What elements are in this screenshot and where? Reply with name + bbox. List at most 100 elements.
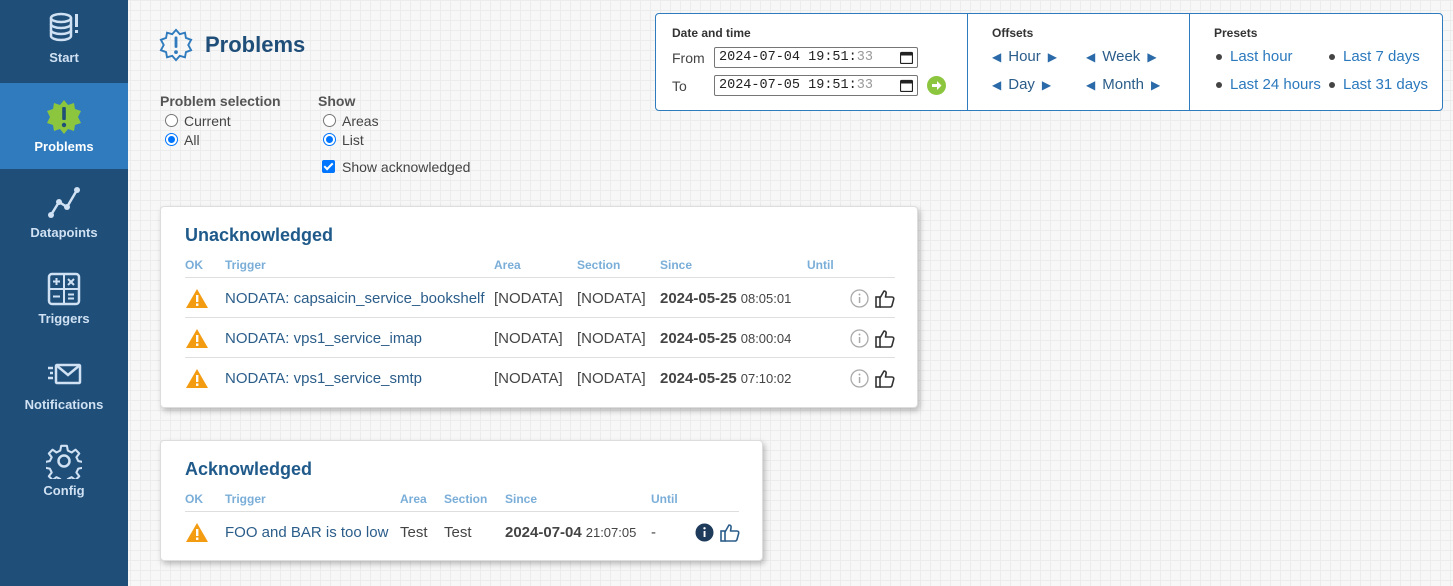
radio-current[interactable]: Current (160, 111, 281, 130)
info-icon[interactable] (850, 358, 869, 398)
radio-button[interactable] (323, 133, 336, 146)
problem-badge-icon (47, 99, 81, 134)
acknowledge-thumbs-up-icon[interactable] (875, 358, 895, 398)
offsets-title: Offsets (992, 26, 1034, 40)
bullet (1329, 81, 1335, 88)
offset-hour-label: Hour (1008, 48, 1041, 65)
sidebar-item-notifications[interactable]: Notifications (0, 341, 128, 427)
radio-all[interactable]: All (160, 130, 281, 149)
col-until: Until (807, 258, 834, 272)
info-icon[interactable] (850, 318, 869, 358)
radio-button[interactable] (165, 114, 178, 127)
trigger-link[interactable]: FOO and BAR is too low (225, 512, 388, 552)
preset-last-hour[interactable]: Last hour (1216, 48, 1293, 65)
col-since: Since (660, 258, 693, 272)
from-row: From 2024-07-04 19:51: 33 (672, 47, 918, 68)
offset-day-back-button[interactable]: ◀ (992, 78, 1001, 92)
sidebar-item-problems[interactable]: Problems (0, 83, 128, 169)
offset-month-forward-button[interactable]: ▶ (1151, 78, 1160, 92)
gear-icon (46, 444, 82, 479)
until-cell: - (651, 523, 656, 541)
col-ok: OK (185, 258, 203, 272)
info-icon[interactable] (850, 278, 869, 318)
acknowledged-card: Acknowledged OK Trigger Area Section Sin… (160, 440, 763, 561)
sidebar-item-datapoints[interactable]: Datapoints (0, 169, 128, 255)
radio-button[interactable] (323, 114, 336, 127)
radio-list[interactable]: List (318, 130, 470, 149)
acknowledged-thumbs-up-icon[interactable] (720, 512, 740, 552)
to-datetime-value: 2024-07-05 19:51: (719, 78, 857, 93)
warning-icon (185, 358, 209, 398)
since-date: 2024-05-25 (660, 289, 737, 307)
offset-month-back-button[interactable]: ◀ (1086, 78, 1095, 92)
col-section: Section (444, 492, 488, 506)
col-area: Area (400, 492, 427, 506)
radio-button[interactable] (165, 133, 178, 146)
page-header: Problems (159, 28, 305, 62)
preset-last-7-days[interactable]: Last 7 days (1329, 48, 1420, 65)
checkbox[interactable] (322, 160, 335, 173)
col-ok: OK (185, 492, 203, 506)
col-area: Area (494, 258, 521, 272)
offset-month-label: Month (1102, 76, 1144, 93)
acknowledge-thumbs-up-icon[interactable] (875, 318, 895, 358)
from-datetime-input[interactable]: 2024-07-04 19:51: 33 (714, 47, 918, 68)
col-section: Section (577, 258, 621, 272)
offset-week-forward-button[interactable]: ▶ (1147, 50, 1156, 64)
show-title: Show (318, 93, 356, 109)
preset-last-31-days[interactable]: Last 31 days (1329, 76, 1428, 93)
warning-icon (185, 278, 209, 318)
radio-label: Current (184, 112, 231, 129)
sidebar-item-label: Datapoints (30, 224, 98, 240)
sidebar-item-label: Config (43, 482, 85, 498)
show-acknowledged-checkbox[interactable]: Show acknowledged (318, 157, 470, 176)
offset-hour-forward-button[interactable]: ▶ (1048, 50, 1057, 64)
to-datetime-input[interactable]: 2024-07-05 19:51: 33 (714, 75, 918, 96)
preset-label: Last 24 hours (1230, 76, 1321, 93)
arrow-right-icon (932, 81, 942, 90)
from-datetime-seconds: 33 (856, 50, 873, 65)
offset-day-forward-button[interactable]: ▶ (1042, 78, 1051, 92)
sidebar-item-label: Problems (34, 138, 94, 154)
info-filled-icon[interactable] (695, 512, 714, 552)
envelope-icon (48, 363, 82, 384)
problem-badge-icon (159, 28, 193, 62)
unacknowledged-card: Unacknowledged OK Trigger Area Section S… (160, 206, 918, 408)
page-title: Problems (205, 32, 306, 57)
trigger-link[interactable]: NODATA: vps1_service_imap (225, 318, 422, 358)
offset-month: ◀ Month ▶ (1086, 76, 1160, 93)
since-time: 08:05:01 (740, 290, 792, 306)
sidebar-item-triggers[interactable]: Triggers (0, 255, 128, 341)
radio-label: List (342, 131, 364, 148)
apply-range-button[interactable] (927, 76, 946, 95)
line-chart-icon (48, 186, 80, 218)
calendar-icon[interactable] (900, 79, 913, 92)
offset-day: ◀ Day ▶ (992, 76, 1051, 93)
bullet (1216, 53, 1222, 60)
offset-hour-back-button[interactable]: ◀ (992, 50, 1001, 64)
bullet (1329, 53, 1335, 60)
offset-week: ◀ Week ▶ (1086, 48, 1157, 65)
preset-label: Last 31 days (1343, 76, 1429, 93)
checkbox-label: Show acknowledged (342, 158, 471, 175)
since-time: 07:10:02 (740, 370, 792, 386)
table-row: NODATA: capsaicin_service_bookshelf [NOD… (185, 277, 895, 317)
offset-week-label: Week (1102, 48, 1141, 65)
acknowledge-thumbs-up-icon[interactable] (875, 278, 895, 318)
since-date: 2024-07-04 (505, 523, 582, 541)
offset-week-back-button[interactable]: ◀ (1086, 50, 1095, 64)
preset-last-24-hours[interactable]: Last 24 hours (1216, 76, 1321, 93)
trigger-link[interactable]: NODATA: vps1_service_smtp (225, 358, 422, 398)
sidebar-item-label: Triggers (38, 310, 90, 326)
radio-label: All (184, 131, 200, 148)
calendar-icon[interactable] (900, 51, 913, 64)
warning-icon (185, 318, 209, 358)
calculator-icon (47, 272, 81, 305)
presets-title: Presets (1214, 26, 1258, 40)
preset-label: Last hour (1230, 48, 1293, 65)
sidebar-item-config[interactable]: Config (0, 427, 128, 513)
sidebar-item-start[interactable]: Start (0, 0, 128, 83)
trigger-link[interactable]: NODATA: capsaicin_service_bookshelf (225, 278, 485, 318)
radio-areas[interactable]: Areas (318, 111, 470, 130)
date-range-panel: Date and time From 2024-07-04 19:51: 33 T… (655, 13, 1443, 111)
